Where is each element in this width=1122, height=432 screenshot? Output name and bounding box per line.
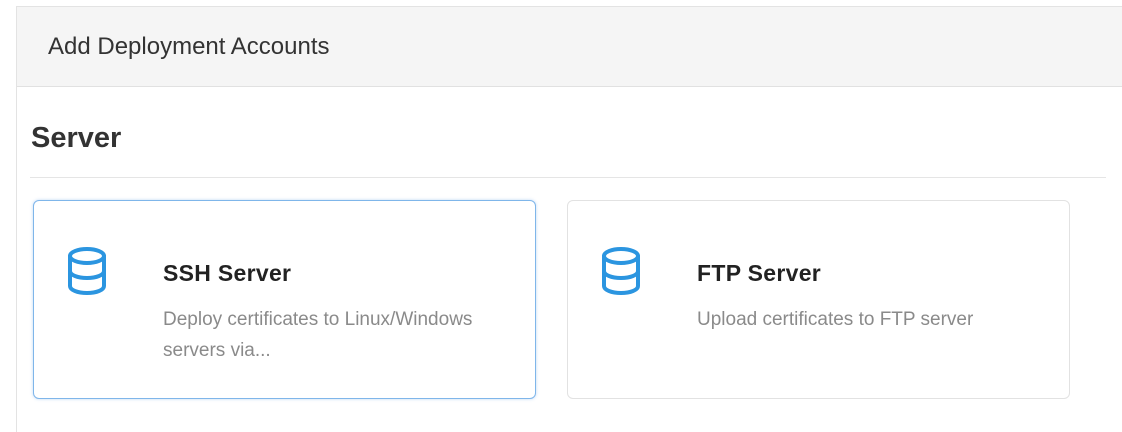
section-divider bbox=[30, 177, 1106, 178]
section-title-server: Server bbox=[31, 122, 122, 154]
card-description: Deploy certificates to Linux/Windows ser… bbox=[163, 309, 473, 361]
card-description: Upload certificates to FTP server bbox=[697, 309, 974, 330]
database-icon bbox=[66, 246, 108, 296]
ftp-server-card[interactable]: FTP Server Upload certificates to FTP se… bbox=[567, 200, 1070, 399]
database-icon bbox=[600, 246, 642, 296]
panel-title: Add Deployment Accounts bbox=[48, 32, 330, 60]
ssh-server-card[interactable]: SSH Server Deploy certificates to Linux/… bbox=[33, 200, 536, 399]
panel-header: Add Deployment Accounts bbox=[17, 7, 1122, 87]
card-title: FTP Server bbox=[697, 260, 822, 286]
card-title: SSH Server bbox=[163, 260, 292, 286]
